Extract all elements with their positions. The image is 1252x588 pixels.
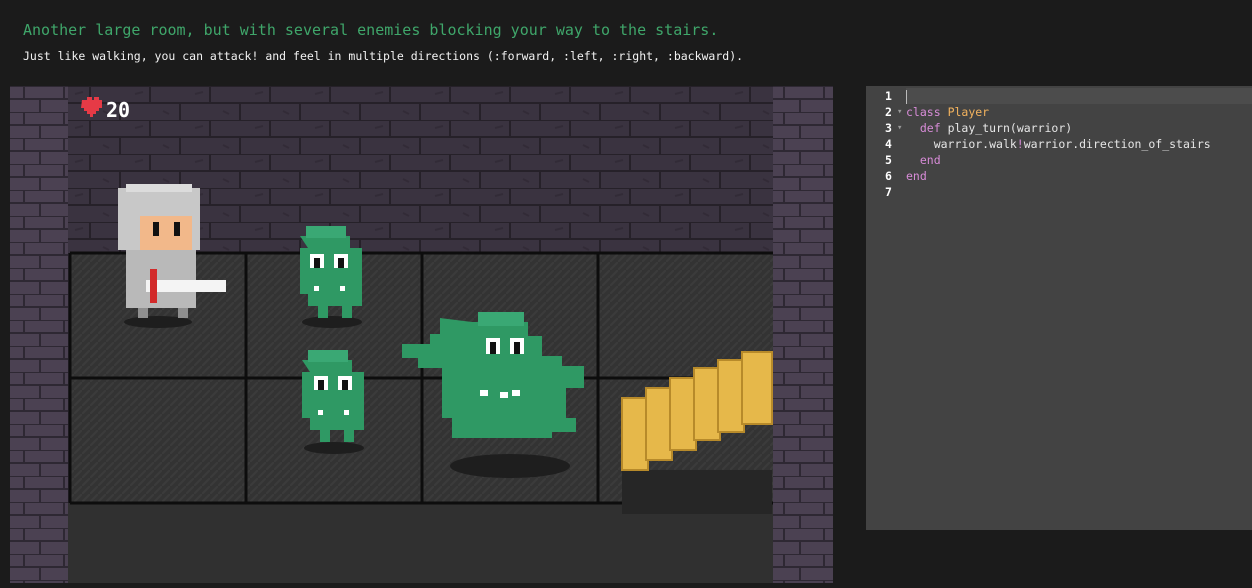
game-board: 20 bbox=[10, 86, 833, 583]
right-wall bbox=[773, 86, 833, 583]
text-cursor bbox=[906, 89, 907, 104]
left-wall bbox=[10, 86, 68, 583]
fold-toggle-icon[interactable]: ▾ bbox=[897, 104, 902, 120]
code-line-5[interactable]: end bbox=[906, 152, 1252, 168]
code-line-7[interactable] bbox=[906, 184, 1252, 200]
line-number: 5 bbox=[885, 153, 892, 167]
line-number: 2 ▾ bbox=[885, 104, 903, 120]
code-line-3[interactable]: def play_turn(warrior) bbox=[906, 120, 1252, 136]
level-header: Another large room, but with several ene… bbox=[0, 0, 1252, 80]
code-editor[interactable]: 1 2 ▾ 3 ▾ 4 5 6 7 class Player def play_tu… bbox=[866, 86, 1252, 530]
fold-toggle-icon[interactable]: ▾ bbox=[897, 120, 902, 136]
line-number-gutter: 1 2 ▾ 3 ▾ 4 5 6 7 bbox=[866, 88, 906, 200]
health-value: 20 bbox=[106, 98, 130, 122]
code-line-2[interactable]: class Player bbox=[906, 104, 1252, 120]
code-line-4[interactable]: warrior.walk!warrior.direction_of_stairs bbox=[906, 136, 1252, 152]
game-scene: 20 bbox=[10, 86, 833, 583]
level-tip: Just like walking, you can attack! and f… bbox=[23, 49, 744, 63]
line-number: 6 bbox=[885, 169, 892, 183]
level-description: Another large room, but with several ene… bbox=[23, 21, 719, 39]
line-number: 1 bbox=[885, 89, 892, 103]
line-number: 4 bbox=[885, 137, 892, 151]
code-line-6[interactable]: end bbox=[906, 168, 1252, 184]
line-number: 7 bbox=[885, 185, 892, 199]
code-line-1[interactable] bbox=[906, 88, 1252, 104]
floor-edge bbox=[68, 503, 773, 583]
code-area[interactable]: class Player def play_turn(warrior) warr… bbox=[906, 88, 1252, 200]
line-number: 3 ▾ bbox=[885, 120, 903, 136]
